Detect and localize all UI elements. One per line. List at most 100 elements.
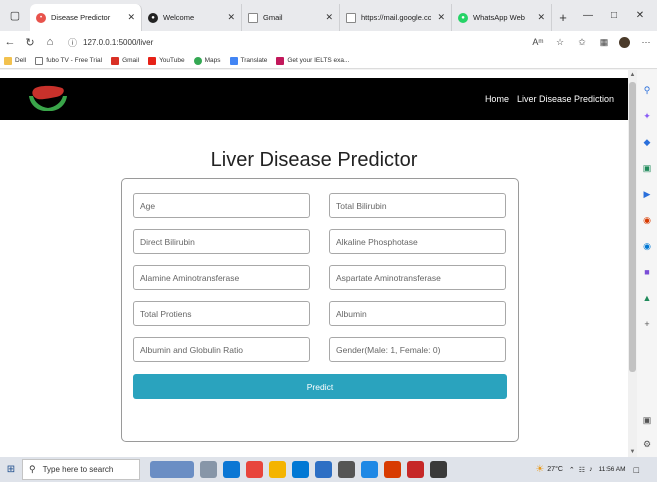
dell-icon[interactable] (338, 461, 355, 478)
bookmark-label: YouTube (159, 57, 185, 64)
address-text: 127.0.0.1:5000/liver (83, 37, 154, 47)
tab-disease-predictor[interactable]: • Disease Predictor ✕ (30, 4, 142, 31)
app-icon[interactable] (361, 461, 378, 478)
scroll-up-icon[interactable]: ▲ (628, 70, 637, 80)
app-icon[interactable] (430, 461, 447, 478)
tab-mail-google[interactable]: https://mail.google.com/ ✕ (340, 4, 452, 31)
weather-temperature[interactable]: 27°C (547, 466, 563, 473)
designer-icon[interactable]: ■ (639, 264, 655, 280)
search-icon: ⚲ (29, 464, 36, 474)
search-icon[interactable]: ⚲ (639, 82, 655, 98)
store-icon[interactable] (292, 461, 309, 478)
briefcase-icon[interactable]: ▣ (639, 160, 655, 176)
bookmarks-bar: Dell fubo TV - Free Trial Gmail YouTube … (0, 53, 657, 69)
nav-home-link[interactable]: Home (485, 94, 509, 104)
more-options-icon[interactable]: ⋯ (636, 31, 656, 53)
close-window-icon[interactable]: ✕ (627, 0, 653, 31)
add-icon[interactable]: + (639, 316, 655, 332)
tab-label: Gmail (263, 13, 283, 22)
close-tab-icon[interactable]: ✕ (227, 12, 235, 23)
map-pin-icon (193, 56, 202, 65)
whatsapp-favicon-icon: ● (458, 12, 468, 23)
news-widget-icon[interactable] (150, 461, 194, 478)
favorites-icon[interactable]: ✩ (572, 31, 592, 53)
tab-gmail[interactable]: Gmail ✕ (242, 4, 340, 31)
refresh-icon[interactable]: ↻ (20, 31, 40, 53)
office-icon[interactable] (384, 461, 401, 478)
age-input[interactable] (133, 193, 310, 218)
youtube-icon (148, 56, 157, 65)
read-aloud-icon[interactable]: Aᵐ (528, 31, 548, 53)
minimize-icon[interactable]: — (575, 0, 601, 31)
mail-icon[interactable] (315, 461, 332, 478)
restore-icon[interactable]: □ (601, 0, 627, 31)
info-icon[interactable]: ⓘ (68, 36, 77, 49)
close-tab-icon[interactable]: ✕ (325, 12, 333, 23)
edge-sidebar: ⚲ ✦ ◆ ▣ ▶ ◉ ◉ ■ ▲ + ▣ ⚙ (637, 70, 657, 457)
bookmark-dell[interactable]: Dell (4, 56, 27, 65)
home-icon[interactable]: ⌂ (40, 31, 60, 53)
nav-liver-prediction-link[interactable]: Liver Disease Prediction (517, 94, 614, 104)
games-icon[interactable]: ▶ (639, 186, 655, 202)
sparkle-icon[interactable]: ✦ (639, 108, 655, 124)
alkaline-phosphotase-input[interactable] (329, 229, 506, 254)
taskbar-search-box[interactable]: ⚲ Type here to search (22, 459, 140, 480)
office-icon[interactable]: ◉ (639, 212, 655, 228)
bookmark-label: Dell (15, 57, 27, 64)
bookmark-fubo[interactable]: fubo TV - Free Trial (35, 56, 102, 65)
volume-icon[interactable]: ♪ (589, 466, 593, 473)
bookmark-gmail[interactable]: Gmail (111, 56, 139, 65)
new-tab-button[interactable]: + (552, 4, 574, 31)
tab-label: https://mail.google.com/ (361, 13, 432, 22)
close-tab-icon[interactable]: ✕ (437, 12, 445, 23)
translate-icon (229, 56, 238, 65)
app-icon[interactable] (407, 461, 424, 478)
close-tab-icon[interactable]: ✕ (537, 12, 545, 23)
tree-icon[interactable]: ▲ (639, 290, 655, 306)
weather-icon: ☀ (535, 464, 545, 475)
tag-icon[interactable]: ◆ (639, 134, 655, 150)
task-view-icon[interactable] (200, 461, 217, 478)
page-scrollbar[interactable]: ▲ ▼ (628, 70, 637, 457)
page-title: Liver Disease Predictor (210, 149, 418, 171)
scroll-thumb[interactable] (629, 82, 636, 372)
notifications-icon[interactable]: □ (634, 465, 639, 475)
taskbar-clock[interactable]: 11:56 AM (599, 465, 626, 474)
bookmark-translate[interactable]: Translate (229, 56, 268, 65)
direct-bilirubin-input[interactable] (133, 229, 310, 254)
windows-start-icon[interactable]: ⊞ (0, 457, 22, 482)
albumin-input[interactable] (329, 301, 506, 326)
total-bilirubin-input[interactable] (329, 193, 506, 218)
tab-whatsapp[interactable]: ● WhatsApp Web ✕ (452, 4, 552, 31)
bookmark-maps[interactable]: Maps (193, 56, 221, 65)
albumin-globulin-ratio-input[interactable] (133, 337, 310, 362)
profile-avatar-icon[interactable] (614, 31, 634, 53)
total-protiens-input[interactable] (133, 301, 310, 326)
predict-button[interactable]: Predict (133, 374, 507, 399)
tab-actions-icon[interactable]: ▢ (0, 0, 30, 31)
split-screen-icon[interactable]: ▣ (639, 412, 655, 428)
scroll-down-icon[interactable]: ▼ (628, 447, 637, 457)
bookmark-label: Maps (204, 57, 221, 64)
file-explorer-icon[interactable] (269, 461, 286, 478)
address-bar[interactable]: ⓘ 127.0.0.1:5000/liver (68, 36, 153, 49)
alamine-aminotransferase-input[interactable] (133, 265, 310, 290)
liver-logo-icon[interactable] (20, 82, 76, 116)
back-arrow-icon[interactable]: ← (0, 31, 20, 53)
bookmark-label: Translate (240, 57, 268, 64)
page-viewport: Home Liver Disease Prediction Liver Dise… (0, 70, 628, 457)
close-tab-icon[interactable]: ✕ (127, 12, 135, 23)
tab-welcome[interactable]: ● Welcome ✕ (142, 4, 242, 31)
outlook-icon[interactable]: ◉ (639, 238, 655, 254)
collections-icon[interactable]: ▦ (594, 31, 614, 53)
favorites-add-icon[interactable]: ☆ (550, 31, 570, 53)
tray-chevron-icon[interactable]: ⌃ (569, 466, 575, 474)
aspartate-aminotransferase-input[interactable] (329, 265, 506, 290)
network-icon[interactable]: ☷ (579, 466, 585, 474)
chrome-icon[interactable] (246, 461, 263, 478)
bookmark-ielts[interactable]: Get your IELTS exa... (276, 56, 349, 65)
settings-gear-icon[interactable]: ⚙ (639, 436, 655, 452)
gender-input[interactable] (329, 337, 506, 362)
bookmark-youtube[interactable]: YouTube (148, 56, 185, 65)
edge-browser-icon[interactable] (223, 461, 240, 478)
